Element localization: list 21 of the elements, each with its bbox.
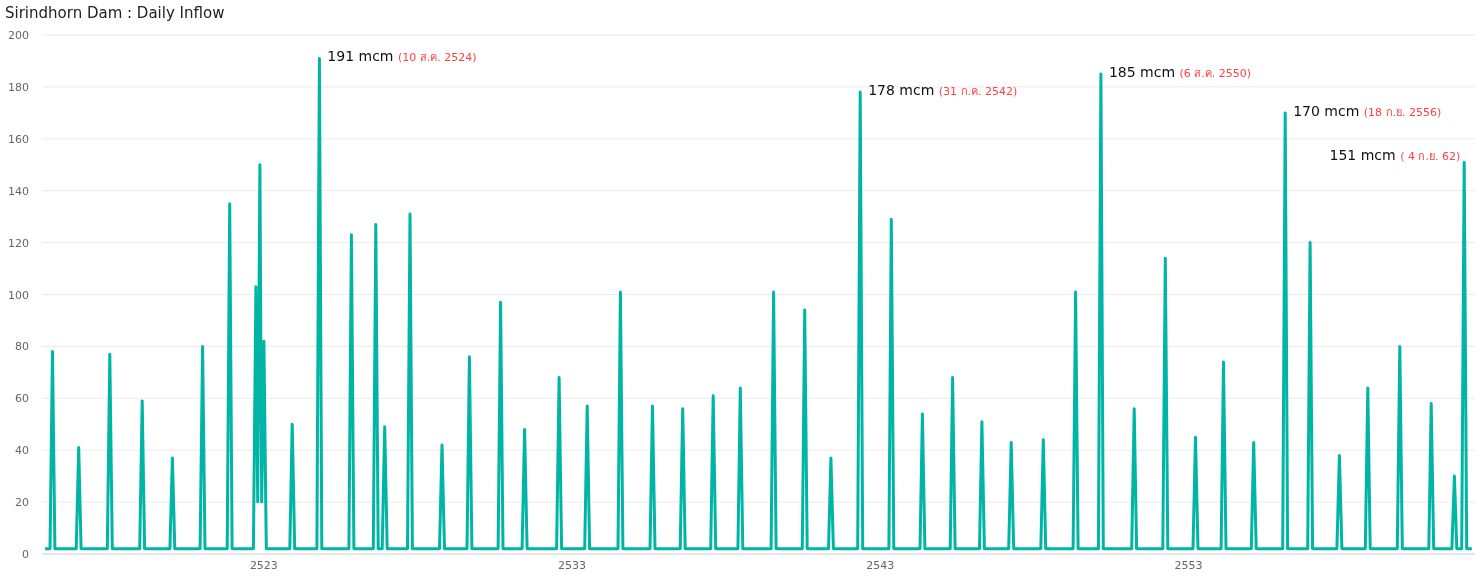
axis-tick-label: 40 — [15, 444, 29, 458]
axis-tick-label: 2523 — [249, 559, 278, 572]
axis-tick-label: 2533 — [558, 559, 587, 572]
axis-tick-label: 100 — [8, 288, 29, 302]
axis-tick-label: 120 — [8, 236, 29, 250]
axis-tick-label: 20 — [15, 496, 29, 510]
axis-tick-label: 2553 — [1174, 559, 1203, 572]
axis-tick-label: 80 — [15, 340, 29, 354]
axis-tick-label: 160 — [8, 132, 29, 146]
peak-annotation: 191 mcm (10 ส.ค. 2524) — [327, 48, 477, 65]
peak-annotation: 185 mcm (6 ส.ค. 2550) — [1108, 63, 1252, 80]
peak-annotation: 151 mcm ( 4 ก.ย. 62) — [1329, 147, 1461, 164]
axis-tick-label: 0 — [22, 548, 29, 561]
axis-tick-label: 2543 — [866, 559, 895, 572]
peak-annotation: 170 mcm (18 ก.ย. 2556) — [1293, 102, 1442, 119]
axis-tick-label: 180 — [8, 80, 29, 94]
axis-tick-label: 200 — [8, 29, 29, 42]
axis-tick-label: 60 — [15, 392, 29, 406]
peak-annotation: 178 mcm (31 ก.ค. 2542) — [868, 82, 1018, 99]
chart-title: Sirindhorn Dam : Daily Inflow — [4, 3, 226, 24]
axis-tick-label: 140 — [8, 184, 29, 198]
